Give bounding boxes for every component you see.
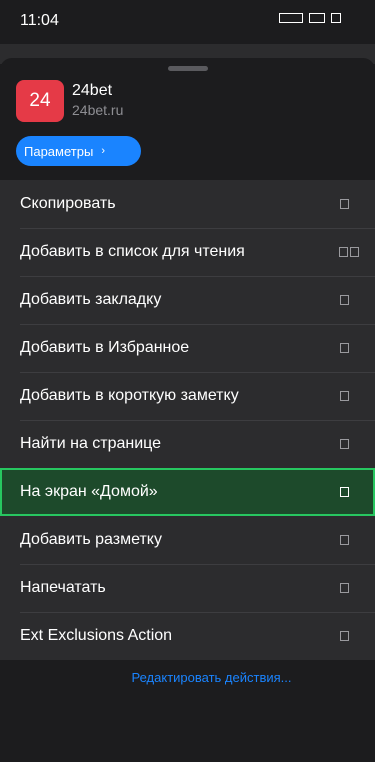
- action-label: Добавить в короткую заметку: [20, 387, 239, 404]
- action-label: На экран «Домой»: [20, 483, 158, 500]
- battery-icon: [331, 13, 341, 23]
- site-url: 24bet.ru: [72, 102, 124, 118]
- chevron-right-icon: ›: [101, 145, 105, 157]
- action-label: Напечатать: [20, 579, 106, 596]
- action-label: Найти на странице: [20, 435, 162, 452]
- site-icon-text: 24: [29, 90, 51, 111]
- action-add-quick-note[interactable]: Добавить в короткую заметку: [0, 372, 375, 420]
- action-label: Добавить в Избранное: [20, 339, 190, 356]
- reading-list-icon: [339, 247, 359, 257]
- bookmark-icon: [340, 295, 349, 305]
- action-label: Скопировать: [20, 195, 116, 212]
- action-add-bookmark[interactable]: Добавить закладку: [0, 276, 375, 324]
- share-sheet: 24 24bet 24bet.ru Параметры › Скопироват…: [0, 58, 375, 762]
- action-label: Добавить закладку: [20, 291, 162, 308]
- markup-icon: [340, 535, 349, 545]
- add-home-icon: [340, 487, 349, 497]
- site-icon: 24: [16, 80, 64, 122]
- action-find-on-page[interactable]: Найти на странице: [0, 420, 375, 468]
- status-time: 11:04: [20, 12, 59, 29]
- favorites-icon: [340, 343, 349, 353]
- action-add-reading-list[interactable]: Добавить в список для чтения: [0, 228, 375, 276]
- options-button[interactable]: Параметры ›: [16, 136, 141, 166]
- find-icon: [340, 439, 349, 449]
- options-button-label: Параметры: [24, 143, 94, 159]
- signal-icon: [279, 13, 303, 23]
- action-list: Скопировать Добавить в список для чтения…: [0, 180, 375, 660]
- copy-icon: [340, 199, 349, 209]
- sheet-grabber[interactable]: [168, 66, 208, 71]
- site-title: 24bet: [72, 82, 113, 99]
- action-label: Добавить разметку: [20, 531, 162, 548]
- extension-icon: [340, 631, 349, 641]
- status-icons: [279, 13, 341, 23]
- action-print[interactable]: Напечатать: [0, 564, 375, 612]
- action-copy[interactable]: Скопировать: [0, 180, 375, 228]
- action-add-to-home-screen[interactable]: На экран «Домой»: [0, 468, 375, 516]
- quick-note-icon: [340, 391, 349, 401]
- action-add-favorites[interactable]: Добавить в Избранное: [0, 324, 375, 372]
- print-icon: [340, 583, 349, 593]
- wifi-icon: [309, 13, 325, 23]
- action-markup[interactable]: Добавить разметку: [0, 516, 375, 564]
- edit-actions-link[interactable]: Редактировать действия...: [0, 670, 375, 685]
- action-label: Ext Exclusions Action: [20, 627, 173, 644]
- action-ext-exclusions[interactable]: Ext Exclusions Action: [0, 612, 375, 660]
- action-label: Добавить в список для чтения: [20, 243, 245, 260]
- status-bar: 11:04: [0, 0, 375, 44]
